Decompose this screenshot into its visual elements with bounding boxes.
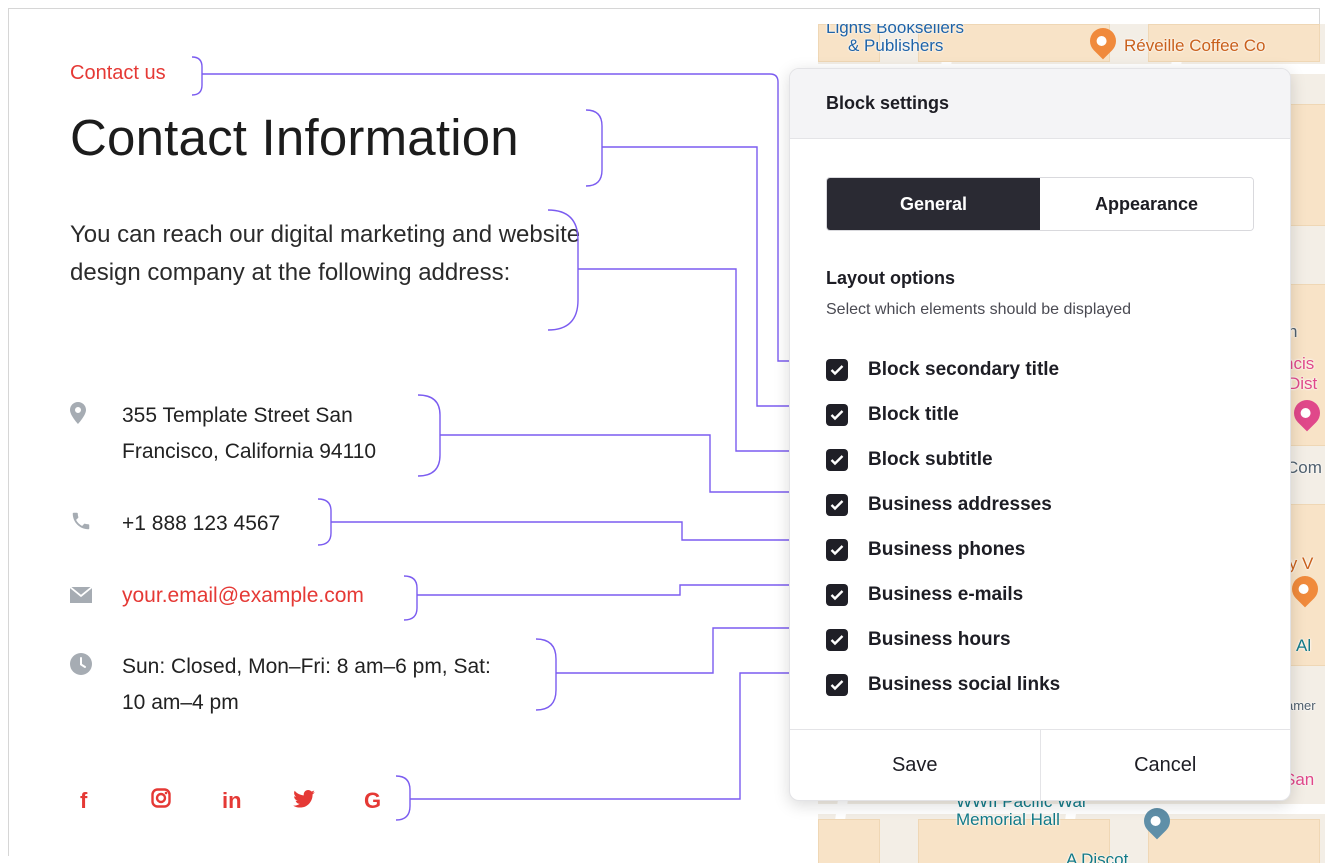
checkbox-checked-icon[interactable]: [826, 448, 848, 471]
connector-secondary-title: [202, 73, 817, 362]
save-button[interactable]: Save: [790, 730, 1040, 800]
checkbox-checked-icon[interactable]: [826, 358, 848, 381]
option-block-title[interactable]: Block title: [826, 392, 1060, 437]
option-business-social-links[interactable]: Business social links: [826, 662, 1060, 707]
bracket-phone: [317, 498, 332, 546]
checkbox-checked-icon[interactable]: [826, 493, 848, 516]
layout-options-description: Select which elements should be displaye…: [826, 301, 1132, 318]
checkbox-checked-icon[interactable]: [826, 583, 848, 606]
option-label: Block title: [868, 403, 959, 425]
bracket-address: [417, 394, 441, 477]
checkbox-checked-icon[interactable]: [826, 673, 848, 696]
option-label: Business addresses: [868, 493, 1052, 515]
option-label: Block subtitle: [868, 448, 993, 470]
block-settings-panel: Block settings General Appearance Layout…: [789, 68, 1291, 801]
layout-options-heading: Layout options: [826, 268, 955, 288]
option-label: Business e-mails: [868, 583, 1024, 605]
layout-options-list: Block secondary title Block title Block …: [826, 347, 1060, 707]
option-label: Business hours: [868, 628, 1011, 650]
connector-subtitle: [578, 268, 817, 452]
option-business-phones[interactable]: Business phones: [826, 527, 1060, 572]
tab-general[interactable]: General: [827, 178, 1040, 230]
option-business-addresses[interactable]: Business addresses: [826, 482, 1060, 527]
panel-footer: Save Cancel: [790, 729, 1290, 800]
bracket-subtitle: [547, 209, 579, 331]
connector-phone: [331, 521, 817, 541]
connector-title: [602, 146, 817, 407]
checkbox-checked-icon[interactable]: [826, 538, 848, 561]
tab-appearance[interactable]: Appearance: [1040, 178, 1253, 230]
option-business-hours[interactable]: Business hours: [826, 617, 1060, 662]
option-label: Business social links: [868, 673, 1061, 695]
bracket-title: [585, 109, 603, 187]
bracket-hours: [535, 638, 557, 711]
connector-address: [440, 434, 817, 493]
option-block-subtitle[interactable]: Block subtitle: [826, 437, 1060, 482]
bracket-social: [395, 775, 411, 821]
connector-email: [417, 584, 817, 596]
option-label: Block secondary title: [868, 358, 1060, 380]
bracket-email: [403, 575, 418, 621]
connector-social: [410, 672, 817, 800]
option-block-secondary-title[interactable]: Block secondary title: [826, 347, 1060, 392]
option-business-emails[interactable]: Business e-mails: [826, 572, 1060, 617]
bracket-secondary-title: [191, 56, 203, 96]
connector-hours: [556, 627, 817, 674]
settings-tabs: General Appearance: [826, 177, 1254, 231]
checkbox-checked-icon[interactable]: [826, 628, 848, 651]
cancel-button[interactable]: Cancel: [1039, 730, 1291, 800]
checkbox-checked-icon[interactable]: [826, 403, 848, 426]
panel-title: Block settings: [790, 69, 1290, 139]
option-label: Business phones: [868, 538, 1026, 560]
